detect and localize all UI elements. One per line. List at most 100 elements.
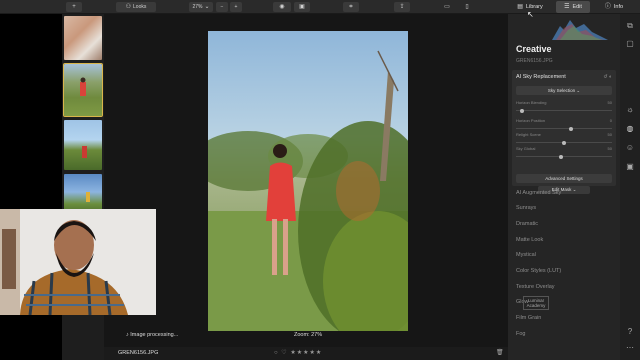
- palette-icon[interactable]: ◍: [624, 123, 636, 135]
- zoom-in-button[interactable]: +: [230, 2, 242, 12]
- processing-text: Image processing...: [130, 332, 179, 338]
- looks-button[interactable]: ⚇ Looks: [116, 2, 156, 12]
- chevron-down-icon: ⌄: [572, 187, 577, 192]
- flag-icon[interactable]: ○: [274, 350, 279, 356]
- tool-sunrays[interactable]: Sunrays: [516, 205, 536, 211]
- tab-info-label: Info: [613, 4, 624, 10]
- zoom-out-button[interactable]: −: [216, 2, 228, 12]
- toggle-icon[interactable]: ◐: [609, 74, 612, 80]
- tool-controls[interactable]: ↺ ◐: [603, 74, 612, 80]
- rating-stars[interactable]: ★★★★★: [290, 350, 322, 356]
- slider-knob[interactable]: [519, 108, 524, 113]
- chevron-down-icon: ⌄: [576, 88, 581, 93]
- share-button[interactable]: ⇪: [394, 2, 410, 12]
- share-icon: ⇪: [399, 4, 405, 10]
- processing-status: ♪ Image processing...: [126, 332, 178, 338]
- bottom-bar: GREN6156.JPG ○ ♡ ★★★★★ 🗑: [104, 347, 508, 360]
- sliders-icon: ☰: [564, 4, 570, 10]
- trash-icon[interactable]: 🗑: [496, 349, 504, 356]
- thumbnail-figure: [80, 77, 86, 96]
- filmstrip-thumbnail-selected[interactable]: [63, 63, 103, 117]
- tool-texture-overlay[interactable]: Texture Overlay: [516, 284, 555, 290]
- histogram: [512, 16, 616, 40]
- crop-icon: ⌗: [349, 4, 353, 10]
- info-icon: ⓘ: [604, 4, 611, 10]
- before-after-button[interactable]: ▣: [294, 2, 310, 12]
- zoom-select[interactable]: 27% ⌄: [189, 2, 213, 12]
- crop-icon[interactable]: ▢: [624, 38, 636, 50]
- sky-selection-dropdown[interactable]: Sky Selection ⌄: [516, 86, 612, 95]
- library-icon: ▤: [517, 4, 523, 10]
- app-window: + ⚇ Looks 27% ⌄ − + ◉ ▣ ⌗ ⇪ ▭ ▯ ▤ Library ☰…: [0, 0, 640, 360]
- academy-watermark: Luminar Academy: [523, 296, 549, 310]
- sun-icon[interactable]: ☼: [624, 104, 636, 116]
- tool-matte-look[interactable]: Matte Look: [516, 237, 543, 243]
- mouse-cursor: ↖: [527, 10, 534, 19]
- filmstrip-thumbnail[interactable]: [64, 120, 102, 170]
- slider-label: Relight Scene: [516, 132, 541, 137]
- tool-color-styles[interactable]: Color Styles (LUT): [516, 268, 561, 274]
- slider-knob[interactable]: [562, 140, 567, 145]
- photo-content: [208, 31, 408, 331]
- filmstrip-thumbnail[interactable]: [64, 174, 102, 214]
- panel-view-icon: ▯: [465, 4, 469, 10]
- tool-ai-augmented-sky[interactable]: AI Augmented Sky: [516, 190, 561, 196]
- slider-value: 0: [609, 118, 612, 123]
- zoom-plus-label: +: [234, 4, 238, 10]
- thumbnail-figure: [86, 192, 90, 202]
- horizon-position-slider[interactable]: [516, 126, 612, 131]
- advanced-settings-button[interactable]: Advanced Settings: [516, 174, 612, 183]
- add-button[interactable]: +: [66, 2, 82, 12]
- chevron-down-icon: ⌄: [204, 4, 210, 10]
- more-icon[interactable]: ⋯: [624, 342, 636, 354]
- presenter-video: [0, 209, 156, 315]
- watermark-line2: Academy: [526, 303, 546, 308]
- sky-selection-label: Sky Selection: [547, 88, 576, 93]
- looks-icon: ⚇: [125, 4, 132, 10]
- split-view-icon: ▣: [299, 4, 305, 10]
- tool-mystical[interactable]: Mystical: [516, 252, 536, 258]
- image-canvas[interactable]: ♪ Image processing... Zoom: 27% GREN6156…: [104, 14, 508, 360]
- slider-label: Horizon Position: [516, 118, 546, 123]
- relight-scene-slider[interactable]: [516, 140, 612, 145]
- looks-label: Looks: [133, 4, 147, 10]
- slider-value: 50: [607, 100, 612, 105]
- tool-fog[interactable]: Fog: [516, 331, 525, 337]
- single-view-button[interactable]: ▭: [440, 2, 454, 12]
- slider-label: Horizon Blending: [516, 100, 547, 105]
- slider-knob[interactable]: [568, 126, 573, 131]
- tab-info[interactable]: ⓘ Info: [598, 1, 630, 13]
- panel-view-button[interactable]: ▯: [460, 2, 474, 12]
- slider-value: 50: [607, 146, 612, 151]
- tool-film-grain[interactable]: Film Grain: [516, 315, 541, 321]
- top-toolbar: + ⚇ Looks 27% ⌄ − + ◉ ▣ ⌗ ⇪ ▭ ▯ ▤ Library ☰…: [0, 0, 640, 14]
- tool-name[interactable]: AI Sky Replacement: [516, 74, 566, 80]
- tool-dramatic[interactable]: Dramatic: [516, 221, 538, 227]
- crop-button[interactable]: ⌗: [343, 2, 359, 12]
- help-icon[interactable]: ?: [624, 326, 636, 338]
- layers-icon[interactable]: ⧉: [624, 20, 636, 32]
- single-view-icon: ▭: [444, 4, 450, 10]
- tab-edit[interactable]: ☰ Edit: [556, 1, 590, 13]
- image-filename: GREN6156.JPG: [118, 350, 159, 356]
- filmstrip-thumbnail[interactable]: [64, 16, 102, 60]
- star-rating[interactable]: ○ ♡ ★★★★★: [274, 349, 322, 356]
- panel-filename: GREN6156.JPG: [516, 58, 553, 64]
- briefcase-icon[interactable]: ▣: [624, 161, 636, 173]
- horizon-blending-slider[interactable]: [516, 108, 612, 113]
- heart-icon[interactable]: ♡: [281, 350, 287, 356]
- thumbnail-figure: [82, 146, 87, 158]
- plus-icon: +: [72, 4, 76, 10]
- face-icon[interactable]: ☺: [624, 142, 636, 154]
- compare-button[interactable]: ◉: [273, 2, 291, 12]
- slider-knob[interactable]: [559, 154, 564, 159]
- zoom-label: Zoom: 27%: [294, 332, 323, 338]
- sky-global-slider[interactable]: [516, 154, 612, 159]
- zoom-minus-label: −: [220, 4, 224, 10]
- tool-category-strip: ⧉ ▢ ☼ ◍ ☺ ▣ ? ⋯: [620, 14, 640, 360]
- webcam-overlay: [0, 209, 156, 315]
- reset-icon[interactable]: ↺: [603, 74, 607, 80]
- panel-title: Creative: [516, 44, 552, 54]
- slider-value: 50: [607, 132, 612, 137]
- main-photo: [208, 31, 408, 331]
